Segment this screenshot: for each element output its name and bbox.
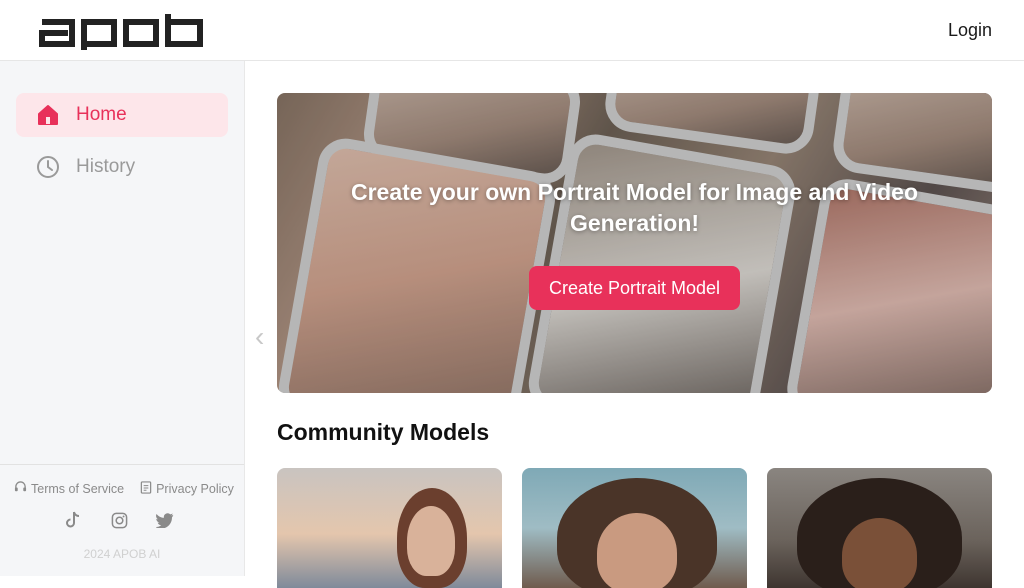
privacy-link[interactable]: Privacy Policy (140, 481, 234, 497)
model-photo (842, 518, 917, 588)
carousel-prev-arrow[interactable]: ‹ (255, 321, 264, 353)
apob-logo[interactable] (38, 12, 206, 55)
twitter-icon[interactable] (156, 511, 174, 529)
main-content: ‹ Create your own Portrait Model for Ima… (245, 61, 1024, 588)
login-link[interactable]: Login (948, 20, 992, 41)
sidebar-footer: Terms of Service Privacy Policy 2024 APO… (0, 464, 244, 576)
model-card[interactable] (767, 468, 992, 588)
terms-link[interactable]: Terms of Service (14, 481, 124, 497)
tiktok-icon[interactable] (64, 511, 82, 529)
privacy-label: Privacy Policy (156, 482, 234, 496)
community-models-title: Community Models (277, 419, 490, 445)
document-icon (140, 481, 152, 497)
community-models-list (277, 468, 992, 588)
model-photo (597, 513, 677, 588)
social-links (64, 511, 174, 529)
banner-overlay (277, 93, 992, 393)
model-card[interactable] (277, 468, 502, 588)
sidebar-item-home[interactable]: Home (16, 93, 228, 137)
sidebar-item-label: History (76, 156, 136, 177)
headset-icon (14, 481, 27, 497)
sidebar-item-label: Home (76, 104, 127, 125)
create-portrait-model-button[interactable]: Create Portrait Model (529, 266, 740, 310)
banner-title: Create your own Portrait Model for Image… (350, 179, 918, 236)
sidebar-item-history[interactable]: History (16, 145, 228, 189)
clock-icon (36, 155, 60, 179)
model-photo (407, 506, 455, 576)
terms-label: Terms of Service (31, 482, 125, 496)
hero-banner: Create your own Portrait Model for Image… (277, 93, 992, 393)
model-card[interactable] (522, 468, 747, 588)
home-icon (36, 103, 60, 127)
copyright-text: 2024 APOB AI (83, 547, 161, 561)
instagram-icon[interactable] (110, 511, 128, 529)
sidebar: Home History Terms of Service Privacy Po… (0, 61, 245, 576)
top-bar: Login (0, 0, 1024, 61)
footer-links: Terms of Service Privacy Policy (14, 481, 234, 497)
